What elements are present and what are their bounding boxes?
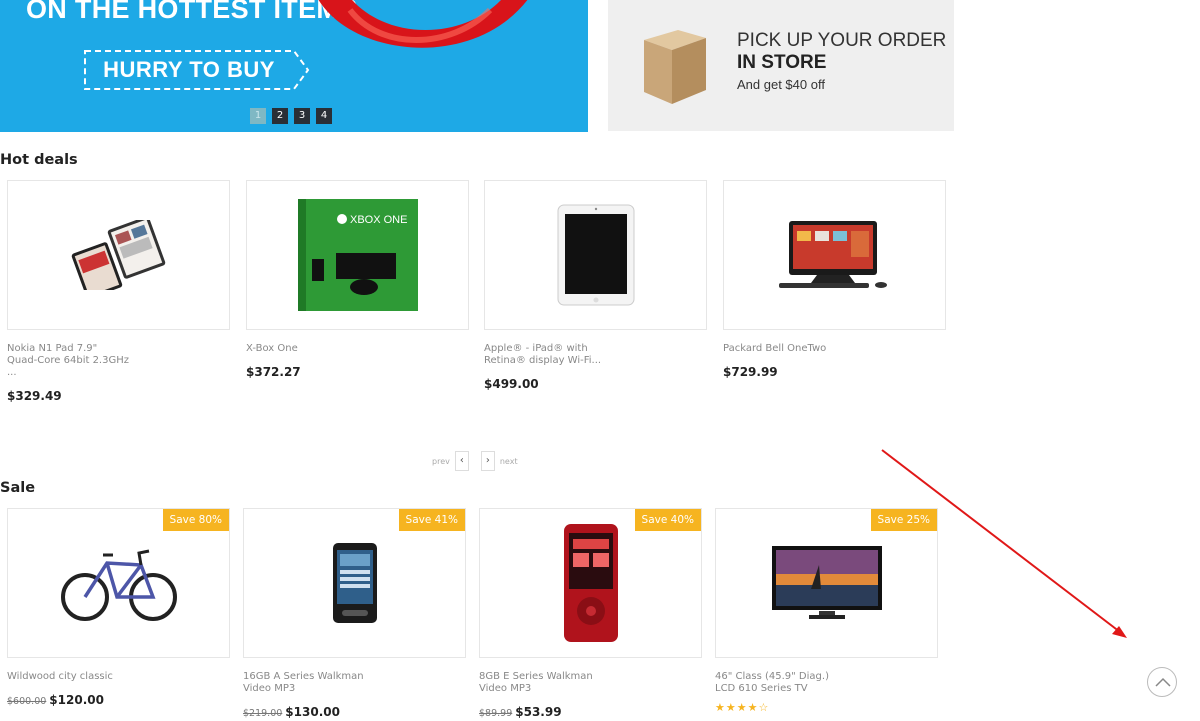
svg-text:XBOX ONE: XBOX ONE [350,214,407,226]
product-image[interactable]: Save 25% [715,508,938,658]
hot-deals-title: Hot deals [0,152,78,168]
product-card: Save 80% Wildwood city classic $600.00 $1… [7,508,230,707]
product-name-link[interactable]: X-Box One [246,343,469,355]
hero-banner[interactable]: ON THE HOTTEST ITEMS HURRY TO BUY 1 2 3 … [0,0,588,132]
product-card: Apple® - iPad® with Retina® display Wi-F… [484,180,707,391]
product-price: $89.99 $53.99 [479,705,702,719]
product-card: Save 25% 46" Class (45.9" Diag.) LCD 610… [715,508,938,714]
pickup-promo-banner[interactable]: PICK UP YOUR ORDER IN STORE And get $40 … [608,0,954,131]
save-badge: Save 25% [870,509,937,531]
sale-price: $53.99 [515,705,562,719]
xbox-box-image: XBOX ONE [297,199,418,311]
product-name-link[interactable]: Wildwood city classic [7,671,230,683]
product-card: Save 40% 8GB E Series Walkman Video MP3 … [479,508,702,719]
product-image[interactable]: Save 41% [243,508,466,658]
product-price: $600.00 $120.00 [7,693,230,707]
save-badge: Save 41% [398,509,465,531]
promo-offer: And get $40 off [737,77,825,92]
chevron-left-icon[interactable]: ‹ [454,451,469,471]
sale-price: $120.00 [49,693,104,707]
product-card: Packard Bell OneTwo $729.99 [723,180,946,379]
product-name-link[interactable]: Apple® - iPad® with Retina® display Wi-F… [484,343,707,367]
banner-pager: 1 2 3 4 [250,108,332,124]
next-label: next [499,456,518,466]
product-name-link[interactable]: 46" Class (45.9" Diag.) LCD 610 Series T… [715,671,938,695]
product-price: $499.00 [484,377,539,391]
ipad-image [557,204,634,306]
slide-dot-2[interactable]: 2 [272,108,288,124]
promo-heading: PICK UP YOUR ORDER [737,30,947,51]
product-image[interactable]: XBOX ONE [246,180,469,330]
chevron-right-icon[interactable]: › [480,451,495,471]
hot-deals-pagination: prev ‹ › next [432,451,518,471]
product-price: $329.49 [7,389,62,403]
prev-label: prev [432,456,450,466]
sale-price: $130.00 [285,705,340,719]
all-in-one-pc-image [778,221,887,288]
product-price: $219.00 $130.00 [243,705,466,719]
bicycle-image [60,549,177,621]
product-card: Save 41% 16GB A Series Walkman Video MP3… [243,508,466,719]
product-image[interactable] [484,180,707,330]
cta-label: HURRY TO BUY [103,57,275,82]
product-image[interactable] [7,180,230,330]
product-name-link[interactable]: 16GB A Series Walkman Video MP3 [243,671,466,695]
product-image[interactable]: Save 80% [7,508,230,658]
scroll-top-button[interactable] [1147,667,1177,697]
chevron-up-icon [1155,677,1171,687]
walkman-black-image [332,543,377,623]
star-filled-icon: ★ [747,701,759,714]
cardboard-box-image [644,30,706,104]
pepper-image [318,0,528,48]
product-card: Nokia N1 Pad 7.9" Quad-Core 64bit 2.3GHz… [7,180,230,403]
old-price: $600.00 [7,696,47,707]
product-image[interactable]: Save 40% [479,508,702,658]
product-price: $372.27 [246,365,301,379]
star-filled-icon: ★ [715,701,726,714]
slide-dot-3[interactable]: 3 [294,108,310,124]
save-badge: Save 80% [162,509,229,531]
save-badge: Save 40% [634,509,701,531]
star-filled-icon: ★ [725,701,737,714]
product-price: $729.99 [723,365,778,379]
star-filled-icon: ★ [736,701,748,714]
tablet-image [71,220,165,290]
old-price: $89.99 [479,708,513,719]
promo-subheading: IN STORE [737,52,827,73]
slide-dot-4[interactable]: 4 [316,108,332,124]
sale-title: Sale [0,480,36,496]
product-image[interactable] [723,180,946,330]
walkman-red-image [563,524,618,642]
slide-dot-1[interactable]: 1 [250,108,266,124]
tv-image [771,546,882,619]
star-empty-icon: ☆ [758,701,770,714]
product-name-link[interactable]: 8GB E Series Walkman Video MP3 [479,671,702,695]
rating-stars: ★★★★☆ [715,701,938,714]
product-name-link[interactable]: Nokia N1 Pad 7.9" Quad-Core 64bit 2.3GHz… [7,343,230,379]
product-card: XBOX ONE X-Box One $372.27 [246,180,469,379]
hurry-to-buy-button[interactable]: HURRY TO BUY [84,50,310,90]
product-name-link[interactable]: Packard Bell OneTwo [723,343,946,355]
old-price: $219.00 [243,708,283,719]
